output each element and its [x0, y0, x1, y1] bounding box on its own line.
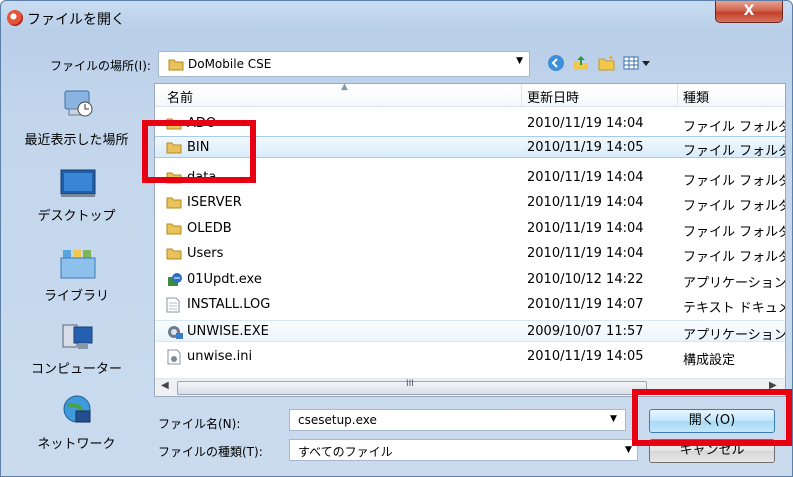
computer-icon [62, 323, 94, 357]
open-file-dialog: ファイルを開く X ファイルの場所(I): DoMobile CSE ▼ 最近表… [0, 0, 793, 477]
file-date: 2010/11/19 14:05 [527, 140, 644, 155]
location-dropdown[interactable]: DoMobile CSE ▼ [158, 51, 530, 77]
folder-icon [166, 195, 182, 213]
file-date: 2010/11/19 14:04 [527, 116, 644, 131]
file-name: UNWISE.EXE [187, 324, 269, 339]
grip-icon: III [406, 379, 414, 389]
file-row[interactable]: 01Updt.exe 2010/10/12 14:22 アプリケーション [155, 269, 785, 291]
list-header: 名前 ▲ 更新日時 種類 [155, 84, 785, 107]
sort-arrow-icon: ▲ [341, 83, 348, 92]
place-label: ネットワーク [37, 437, 116, 452]
location-value: DoMobile CSE [188, 57, 272, 71]
column-header-date[interactable]: 更新日時 [527, 87, 579, 106]
location-label: ファイルの場所(I): [50, 59, 151, 73]
title-bar[interactable]: ファイルを開く X [1, 1, 792, 35]
file-date: 2010/11/19 14:05 [527, 349, 644, 364]
filetype-dropdown[interactable]: すべてのファイル ▼ [289, 439, 638, 461]
file-name: ISERVER [187, 195, 242, 210]
file-name: 01Updt.exe [187, 272, 262, 287]
file-row[interactable]: unwise.ini 2010/11/19 14:05 構成設定 [155, 346, 785, 368]
chevron-down-icon[interactable]: ▼ [516, 56, 523, 66]
file-type: アプリケーション [683, 276, 786, 291]
network-icon [62, 394, 94, 430]
file-type: テキスト ドキュメント [683, 301, 785, 316]
scrollbar-thumb[interactable]: III [177, 379, 647, 395]
view-menu-icon[interactable] [622, 54, 654, 72]
place-label: デスクトップ [37, 209, 116, 224]
file-type: ファイル フォルダー [683, 199, 785, 214]
exe-icon [166, 324, 184, 344]
filename-chevron-down-icon[interactable]: ▼ [610, 414, 617, 424]
file-name: unwise.ini [187, 349, 253, 364]
file-name: OLEDB [187, 221, 232, 236]
file-row[interactable]: ISERVER 2010/11/19 14:04 ファイル フォルダー [155, 192, 785, 214]
place-label: ライブラリ [43, 289, 109, 304]
recent-places-icon [62, 89, 94, 123]
file-date: 2010/11/19 14:04 [527, 246, 644, 261]
close-button[interactable]: X [715, 1, 783, 23]
back-icon[interactable] [546, 54, 566, 72]
file-row[interactable]: OLEDB 2010/11/19 14:04 ファイル フォルダー [155, 218, 785, 240]
file-date: 2009/10/07 11:57 [527, 324, 644, 339]
chevron-down-icon[interactable]: ▼ [625, 445, 632, 455]
file-type: ファイル フォルダー [683, 225, 785, 240]
file-row[interactable]: Users 2010/11/19 14:04 ファイル フォルダー [155, 243, 785, 265]
scroll-left-icon[interactable]: ◀ [161, 380, 169, 391]
filename-input[interactable]: csesetup.exe [289, 409, 626, 431]
file-type: ファイル フォルダー [683, 174, 785, 189]
column-divider[interactable] [677, 84, 678, 106]
new-folder-icon[interactable] [597, 54, 617, 72]
file-type: アプリケーション [683, 328, 786, 343]
places-bar: 最近表示した場所 デスクトップ ライブラリ コンピューター ネットワーク [6, 81, 147, 464]
column-divider[interactable] [521, 84, 522, 106]
place-label: 最近表示した場所 [24, 133, 129, 148]
file-date: 2010/11/19 14:04 [527, 195, 644, 210]
text-file-icon [166, 297, 180, 317]
folder-icon [168, 57, 184, 75]
filetype-label: ファイルの種類(T): [158, 445, 263, 459]
file-date: 2010/11/19 14:07 [527, 297, 644, 312]
file-row-hovered[interactable]: UNWISE.EXE 2009/10/07 11:57 アプリケーション [155, 320, 786, 344]
file-type: ファイル フォルダー [683, 250, 785, 265]
ini-file-icon [166, 349, 182, 369]
filename-label: ファイル名(N): [158, 417, 241, 431]
file-date: 2010/11/19 14:04 [527, 221, 644, 236]
desktop-icon [60, 168, 96, 202]
highlight-box-open [632, 389, 792, 446]
file-type: ファイル フォルダー [683, 144, 785, 159]
folder-icon [166, 221, 182, 239]
library-icon [60, 248, 96, 284]
file-date: 2010/10/12 14:22 [527, 272, 644, 287]
window-title: ファイルを開く [27, 12, 125, 28]
highlight-box-bin [142, 120, 256, 183]
file-date: 2010/11/19 14:04 [527, 170, 644, 185]
filetype-value: すべてのファイル [298, 445, 393, 459]
file-name: INSTALL.LOG [187, 297, 271, 312]
file-type: ファイル フォルダー [683, 120, 785, 135]
folder-icon [166, 246, 182, 264]
column-header-type[interactable]: 種類 [683, 87, 709, 106]
column-header-name[interactable]: 名前 [167, 87, 193, 106]
file-name: Users [187, 246, 224, 261]
file-type: 構成設定 [683, 353, 736, 368]
filename-value: csesetup.exe [298, 413, 377, 427]
exe-icon [166, 272, 184, 292]
up-folder-icon[interactable] [571, 54, 591, 72]
file-row[interactable]: INSTALL.LOG 2010/11/19 14:07 テキスト ドキュメント [155, 294, 785, 316]
place-label: コンピューター [30, 362, 122, 377]
app-icon [7, 10, 23, 26]
